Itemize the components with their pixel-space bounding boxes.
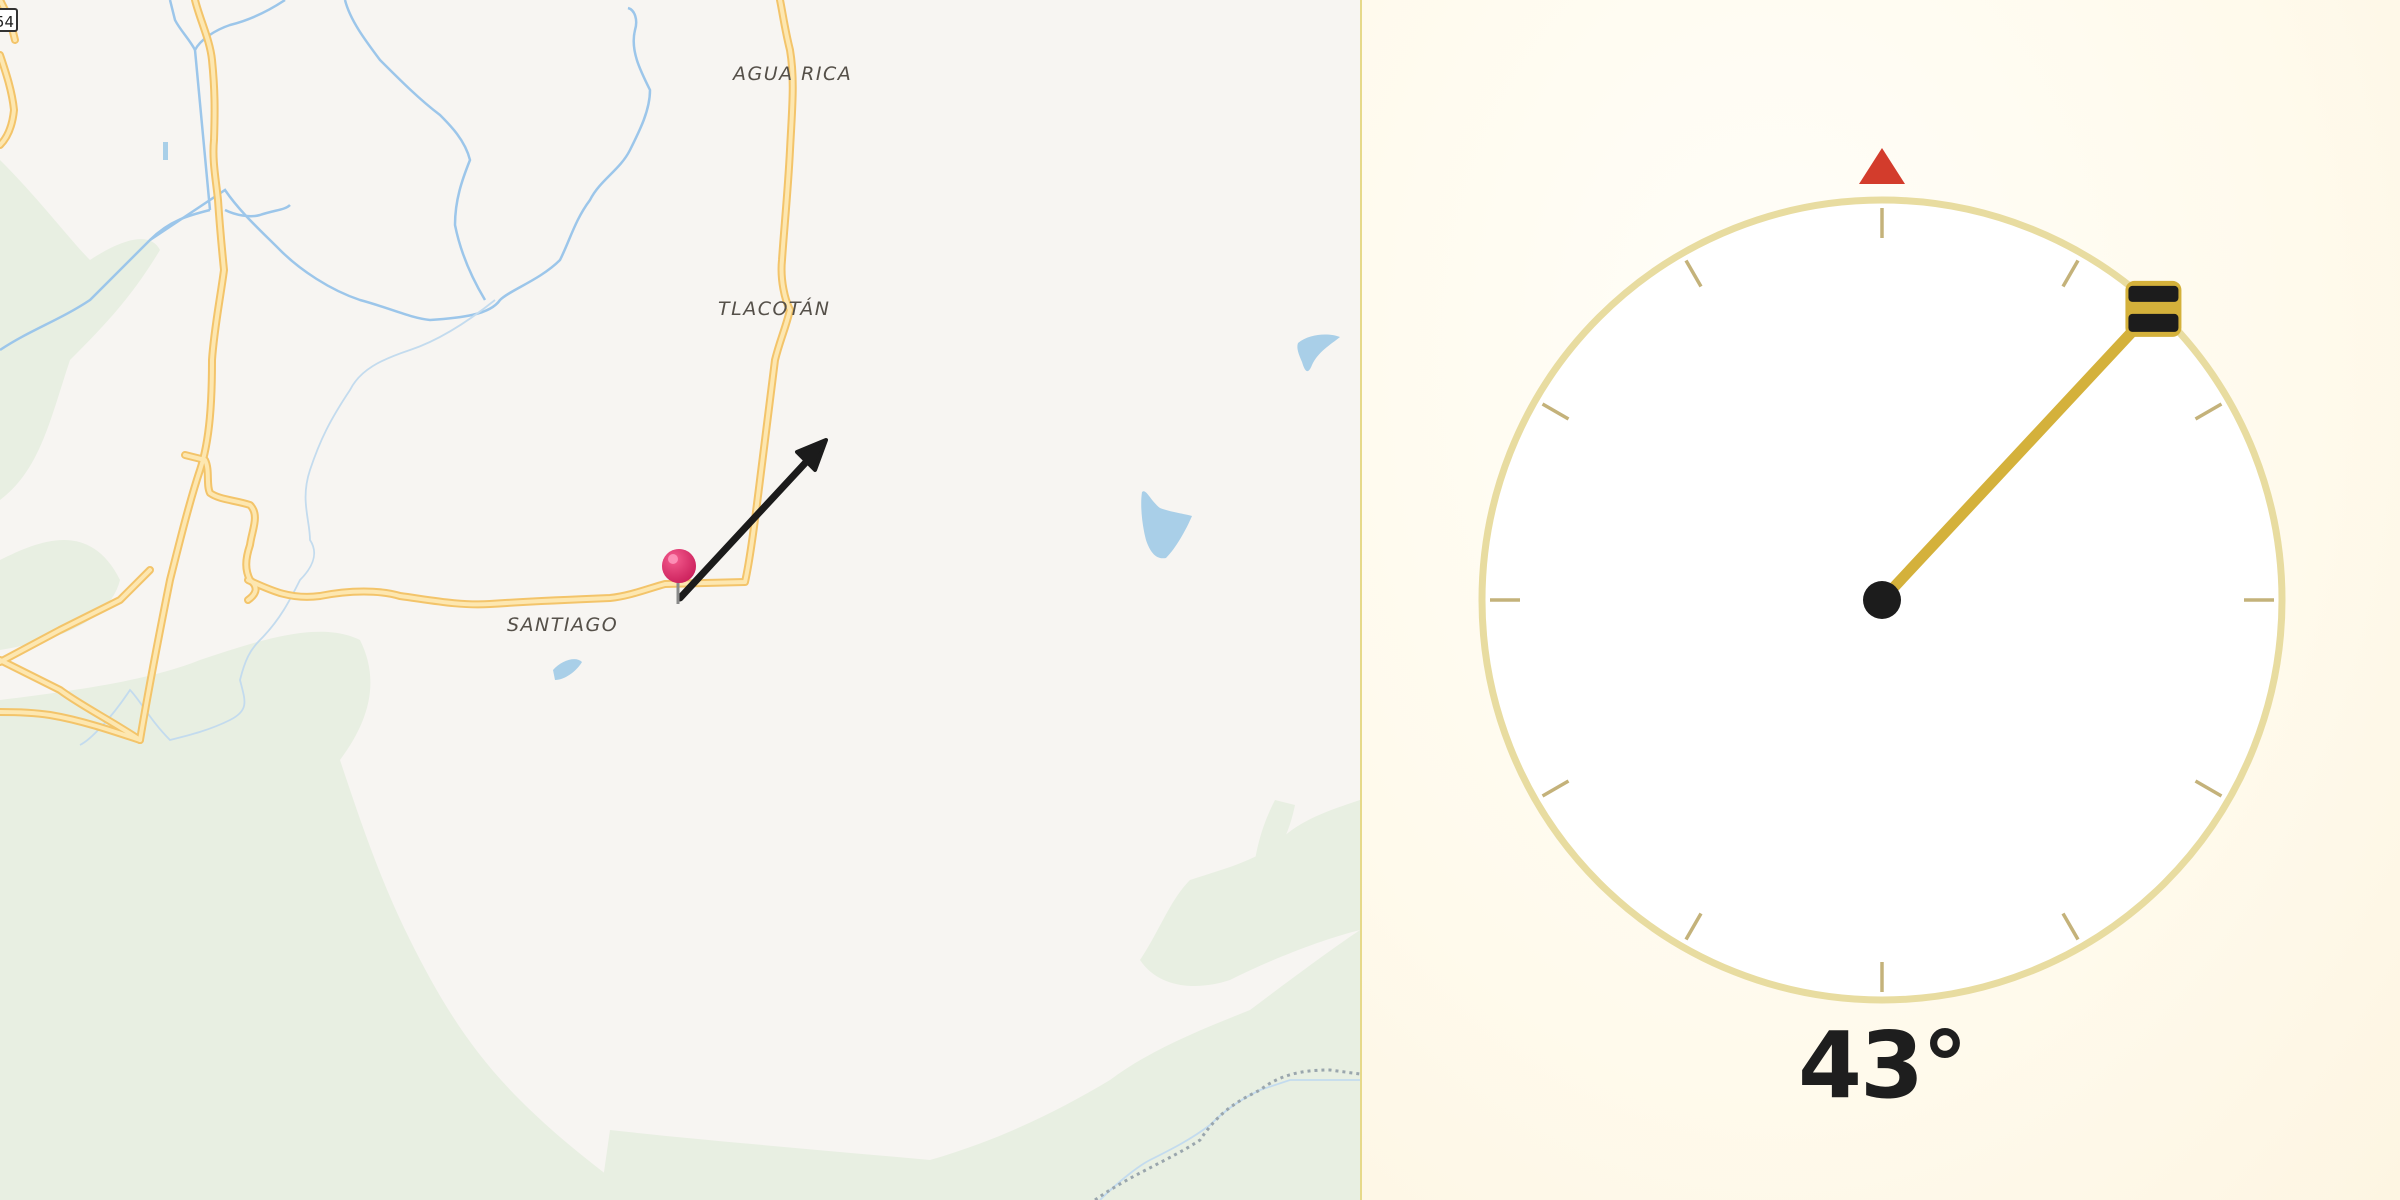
forest-areas <box>0 160 1360 1200</box>
lake-east <box>1141 491 1192 559</box>
place-label-tlacotan: TLACOTÁN <box>718 298 831 320</box>
roads <box>0 0 797 744</box>
map-view[interactable]: 54 AGUA RICA TLACOTÁN SANTIAGO <box>0 0 1360 1200</box>
place-label-santiago: SANTIAGO <box>507 614 619 636</box>
pond-south <box>553 659 582 680</box>
map-canvas[interactable] <box>0 0 1360 1200</box>
pond-north <box>163 142 168 160</box>
heading-arrow <box>676 438 828 602</box>
needle-drag-handle[interactable] <box>2125 280 2182 337</box>
place-label-agua-rica: AGUA RICA <box>733 63 853 85</box>
water-bodies <box>163 142 1340 680</box>
route-shield: 54 <box>0 8 18 32</box>
lake-northeast <box>1297 334 1340 372</box>
location-pin-icon[interactable] <box>662 549 696 604</box>
heading-readout: 43° <box>1797 1012 1968 1119</box>
